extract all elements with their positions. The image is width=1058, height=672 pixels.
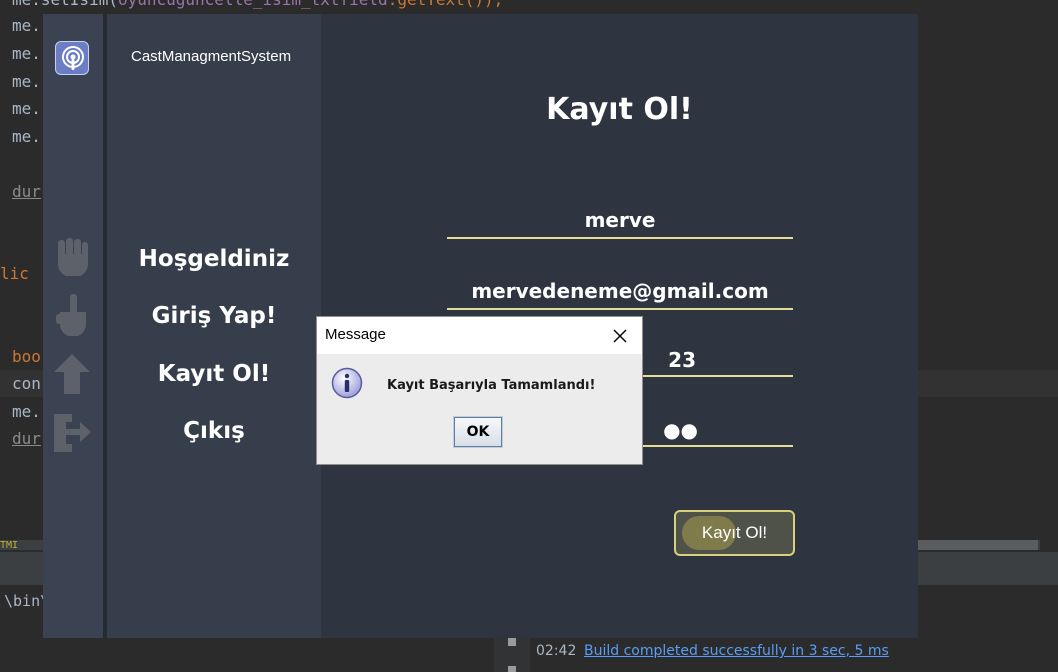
code-line: boo: [12, 347, 41, 366]
code-line: dur: [12, 182, 41, 201]
code-line: me.: [12, 99, 41, 118]
code-line: me.: [12, 16, 41, 35]
code-line: lic: [0, 264, 29, 283]
arrow-up-icon[interactable]: [52, 352, 92, 396]
menu-welcome[interactable]: Hoşgeldiniz: [107, 246, 321, 272]
code-line: me.setIsim(oyuncuguncelle_isim_txtfield.…: [12, 0, 503, 9]
name-field[interactable]: merve: [447, 203, 793, 239]
app-title: CastManagmentSystem: [131, 48, 292, 65]
gutter-marker-icon: [508, 638, 516, 646]
menu-login[interactable]: Giriş Yap!: [107, 303, 321, 329]
build-time: 02:42: [536, 643, 577, 659]
code-line: con: [12, 374, 41, 393]
register-button[interactable]: Kayıt Ol!: [674, 510, 795, 556]
menu-register[interactable]: Kayıt Ol!: [107, 361, 321, 387]
fist-icon[interactable]: [52, 236, 92, 280]
exit-icon[interactable]: [52, 410, 92, 454]
code-line: me.: [12, 72, 41, 91]
info-icon: [331, 367, 363, 399]
gutter-marker-icon: [508, 666, 516, 672]
menu-exit[interactable]: Çıkış: [107, 418, 321, 444]
page-title: Kayıt Ol!: [546, 92, 693, 127]
dialog-message: Kayıt Başarıyla Tamamlandı!: [387, 378, 596, 393]
build-status-link[interactable]: Build completed successfully in 3 sec, 5…: [584, 643, 889, 659]
register-button-label: Kayıt Ol!: [701, 523, 768, 542]
ok-button[interactable]: OK: [453, 416, 503, 448]
code-line: me.: [12, 127, 41, 146]
email-field[interactable]: mervedeneme@gmail.com: [447, 274, 793, 310]
code-line: me.: [12, 402, 41, 421]
dialog-title: Message: [325, 326, 386, 343]
message-dialog: Message Kayıt Başarıyla Tamamlandı! OK: [316, 316, 643, 465]
podcast-logo-icon: [55, 41, 89, 75]
scroll-label: TMI: [0, 540, 19, 551]
code-line: me.: [12, 44, 41, 63]
code-line: dur: [12, 429, 41, 448]
close-icon[interactable]: [607, 323, 633, 349]
point-up-icon[interactable]: [52, 294, 92, 338]
dialog-titlebar[interactable]: Message: [317, 317, 642, 354]
